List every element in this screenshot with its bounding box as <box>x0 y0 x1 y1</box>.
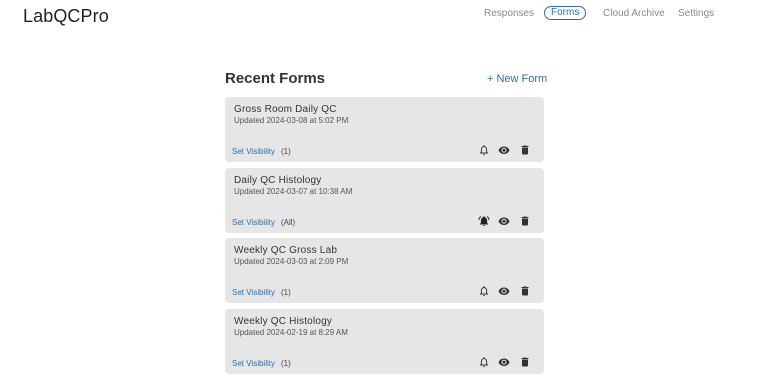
page-title: Recent Forms <box>225 70 326 87</box>
form-title: Weekly QC Histology <box>234 315 333 327</box>
bell-icon[interactable] <box>478 356 490 368</box>
nav-settings[interactable]: Settings <box>678 7 714 21</box>
top-nav: Responses Forms Cloud Archive Settings <box>0 6 768 23</box>
nav-forms[interactable]: Forms <box>544 6 587 20</box>
set-visibility-link[interactable]: Set Visibility <box>232 147 275 156</box>
bell-icon[interactable] <box>478 144 490 156</box>
eye-icon[interactable] <box>498 285 510 297</box>
set-visibility-link[interactable]: Set Visibility <box>232 359 275 368</box>
visibility-count: (All) <box>281 217 296 227</box>
form-updated-date: Updated 2024-03-08 at 5:02 PM <box>234 116 349 125</box>
form-actions <box>478 356 532 368</box>
form-updated-date: Updated 2024-03-07 at 10:38 AM <box>234 186 353 196</box>
form-actions <box>478 215 532 227</box>
form-title: Gross Room Daily QC <box>234 104 337 115</box>
trash-icon[interactable] <box>519 285 531 297</box>
form-card[interactable]: Gross Room Daily QC Updated 2024-03-08 a… <box>225 97 544 162</box>
form-actions <box>478 144 532 156</box>
set-visibility-link[interactable]: Set Visibility <box>232 218 275 227</box>
trash-icon[interactable] <box>519 215 531 227</box>
eye-icon[interactable] <box>498 356 510 368</box>
form-updated-date: Updated 2024-02-19 at 8:29 AM <box>234 327 348 337</box>
form-card[interactable]: Daily QC Histology Updated 2024-03-07 at… <box>225 167 544 233</box>
nav-cloud-archive[interactable]: Cloud Archive <box>603 7 665 21</box>
form-updated-date: Updated 2024-03-03 at 2:09 PM <box>234 257 349 266</box>
eye-icon[interactable] <box>498 215 510 227</box>
form-card[interactable]: Weekly QC Histology Updated 2024-02-19 a… <box>225 308 544 374</box>
visibility-count: (1) <box>281 358 291 368</box>
trash-icon[interactable] <box>519 356 531 368</box>
form-actions <box>478 285 532 297</box>
form-title: Weekly QC Gross Lab <box>234 245 338 256</box>
visibility-count: (1) <box>281 147 291 156</box>
bell-icon[interactable] <box>478 285 490 297</box>
set-visibility-link[interactable]: Set Visibility <box>232 288 275 297</box>
bell-ringing-icon[interactable] <box>478 215 490 227</box>
form-title: Daily QC Histology <box>234 174 322 186</box>
form-list: Gross Room Daily QC Updated 2024-03-08 a… <box>225 97 544 379</box>
form-card[interactable]: Weekly QC Gross Lab Updated 2024-03-03 a… <box>225 238 544 303</box>
eye-icon[interactable] <box>498 144 510 156</box>
new-form-button[interactable]: + New Form <box>487 73 547 85</box>
nav-responses[interactable]: Responses <box>484 7 534 21</box>
visibility-count: (1) <box>281 288 291 297</box>
trash-icon[interactable] <box>519 144 531 156</box>
